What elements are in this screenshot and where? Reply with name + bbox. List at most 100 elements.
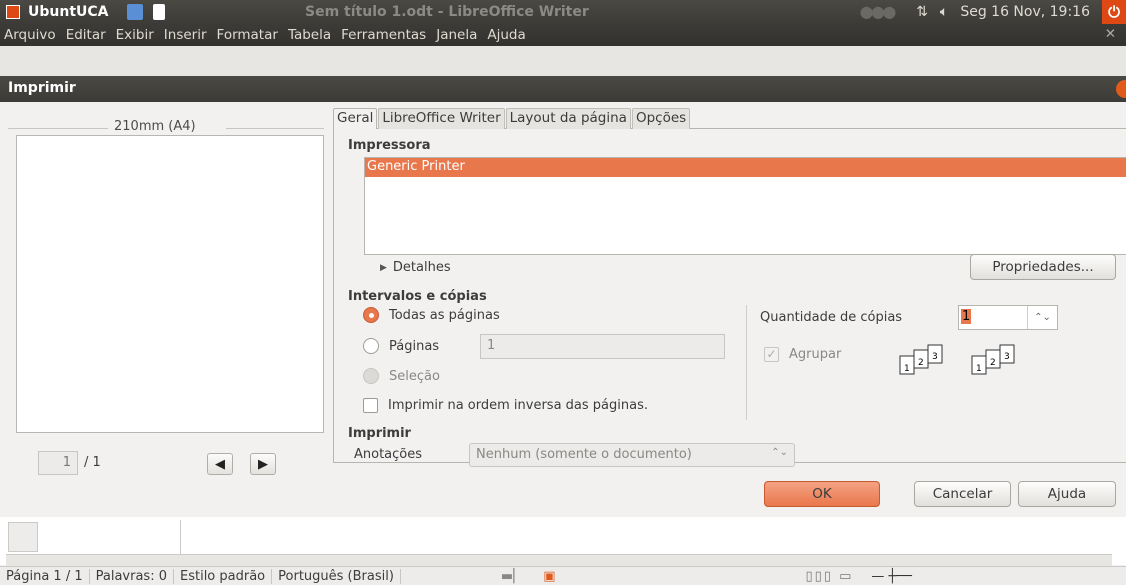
volume-icon[interactable]: 🔈︎	[940, 4, 948, 20]
details-expander[interactable]: ▶ Detalhes	[380, 260, 451, 275]
preview-page-input[interactable]: 1	[38, 451, 78, 475]
divider	[746, 305, 747, 420]
status-language[interactable]: Português (Brasil)	[272, 568, 401, 584]
print-dialog: 210mm (A4) 1 / 1 ◀ ▶ Geral LibreOffice W…	[0, 102, 1126, 517]
os-menu[interactable]: UbuntUCA	[0, 4, 165, 20]
status-words: Palavras: 0	[90, 568, 174, 584]
menu-tabela[interactable]: Tabela	[288, 27, 331, 43]
radio-all-pages[interactable]	[363, 307, 379, 323]
print-preview	[16, 135, 324, 433]
collate-pages-icon: 1 2 3	[971, 344, 1015, 375]
clock[interactable]: Seg 16 Nov, 19:16	[960, 4, 1090, 20]
top-panel: UbuntUCA Sem título 1.odt - LibreOffice …	[0, 0, 1126, 24]
vertical-ruler	[8, 522, 38, 552]
printer-list[interactable]: Generic Printer	[364, 157, 1126, 255]
collate-label: Agrupar	[789, 347, 842, 362]
window-controls-icon[interactable]: ⬤⬤⬤	[860, 5, 896, 19]
reverse-order-label: Imprimir na ordem inversa das páginas.	[388, 398, 648, 413]
next-page-button[interactable]: ▶	[250, 453, 276, 475]
os-name: UbuntUCA	[28, 4, 109, 20]
printer-section-title: Impressora	[348, 138, 431, 153]
pages-label: Páginas	[389, 338, 440, 354]
save-status-icon: ▣	[543, 568, 556, 584]
menu-editar[interactable]: Editar	[66, 27, 106, 43]
menu-exibir[interactable]: Exibir	[116, 27, 154, 43]
dropdown-arrows-icon: ⌃⌄	[771, 447, 788, 458]
annotations-select: Nenhum (somente o documento) ⌃⌄	[469, 443, 795, 467]
annotations-label: Anotações	[354, 447, 423, 462]
menu-inserir[interactable]: Inserir	[164, 27, 207, 43]
close-icon[interactable]	[1116, 80, 1126, 98]
all-pages-label: Todas as páginas	[389, 307, 500, 323]
divider	[226, 128, 324, 129]
statusbar: Página 1 / 1 Palavras: 0 Estilo padrão P…	[0, 566, 1126, 585]
svg-text:1: 1	[904, 364, 910, 374]
spin-arrows-icon[interactable]: ⌃⌄	[1027, 306, 1057, 329]
copies-label: Quantidade de cópias	[760, 310, 903, 325]
preview-page-total: / 1	[84, 455, 101, 470]
dialog-title: Imprimir	[8, 80, 76, 96]
copies-spinbox[interactable]: 1 ⌃⌄	[958, 305, 1058, 330]
menu-janela[interactable]: Janela	[436, 27, 477, 43]
tab-layout[interactable]: Layout da página	[505, 108, 631, 129]
prev-page-button[interactable]: ◀	[207, 453, 233, 475]
close-document-icon[interactable]: ✕	[1105, 26, 1116, 42]
tab-bar: Geral LibreOffice Writer Layout da págin…	[333, 108, 691, 129]
help-button[interactable]: Ajuda	[1018, 481, 1116, 507]
arrow-right-icon: ▶	[258, 456, 268, 472]
svg-text:1: 1	[976, 364, 982, 374]
cancel-button[interactable]: Cancelar	[914, 481, 1011, 507]
details-label: Detalhes	[392, 260, 451, 275]
dialog-titlebar: Imprimir	[0, 76, 1126, 102]
reverse-order-checkbox[interactable]	[363, 398, 378, 413]
tab-writer[interactable]: LibreOffice Writer	[378, 108, 505, 129]
os-logo-icon	[6, 5, 20, 19]
menubar: Arquivo Editar Exibir Inserir Formatar T…	[0, 24, 1126, 46]
window-title: Sem título 1.odt - LibreOffice Writer	[305, 4, 589, 20]
properties-button[interactable]: Propriedades...	[970, 254, 1116, 280]
svg-text:3: 3	[1004, 352, 1010, 362]
toolbar	[0, 46, 1126, 76]
ranges-section-title: Intervalos e cópias	[348, 289, 487, 304]
menu-ferramentas[interactable]: Ferramentas	[341, 27, 426, 43]
horizontal-scrollbar[interactable]	[6, 554, 1112, 566]
network-icon[interactable]: ⇅	[916, 4, 928, 20]
reverse-order-option[interactable]: Imprimir na ordem inversa das páginas.	[363, 398, 648, 413]
collate-option: ✓ Agrupar	[764, 347, 841, 362]
insert-mode-icon[interactable]: ▬▏	[501, 569, 523, 584]
print-section-title: Imprimir	[348, 426, 411, 441]
divider	[8, 128, 108, 129]
paper-size-label: 210mm (A4)	[114, 119, 196, 134]
ok-button[interactable]: OK	[764, 481, 880, 507]
expander-triangle-icon: ▶	[380, 262, 387, 273]
tab-geral[interactable]: Geral	[333, 108, 378, 129]
menu-formatar[interactable]: Formatar	[217, 27, 278, 43]
launcher-icon[interactable]	[126, 4, 143, 20]
svg-text:3: 3	[932, 352, 938, 362]
printer-item[interactable]: Generic Printer	[365, 158, 1126, 177]
zoom-slider[interactable]: — ┼──	[871, 569, 912, 584]
copies-input[interactable]: 1	[961, 309, 972, 324]
radio-selection	[363, 368, 379, 384]
pages-option[interactable]: Páginas	[363, 338, 439, 354]
svg-text:2: 2	[918, 358, 924, 368]
menu-ajuda[interactable]: Ajuda	[487, 27, 525, 43]
all-pages-option[interactable]: Todas as páginas	[363, 307, 500, 323]
selection-option: Seleção	[363, 368, 440, 384]
menu-arquivo[interactable]: Arquivo	[4, 27, 56, 43]
power-icon[interactable]: ⏻	[1102, 0, 1126, 24]
annotations-value: Nenhum (somente o documento)	[476, 447, 692, 462]
radio-pages[interactable]	[363, 338, 379, 354]
status-page[interactable]: Página 1 / 1	[0, 568, 90, 584]
svg-text:2: 2	[990, 358, 996, 368]
collate-pages-icon: 1 2 3	[899, 344, 943, 375]
status-style[interactable]: Estilo padrão	[174, 568, 273, 584]
pages-input[interactable]: 1	[480, 334, 725, 359]
collate-checkbox: ✓	[764, 347, 779, 362]
arrow-left-icon: ◀	[215, 456, 225, 472]
selection-label: Seleção	[389, 368, 440, 384]
system-tray: ⬤⬤⬤ ⇅ 🔈︎ Seg 16 Nov, 19:16 ⏻	[860, 0, 1126, 24]
document-icon[interactable]	[152, 4, 165, 20]
tab-opcoes[interactable]: Opções	[631, 108, 691, 129]
view-layout-icon[interactable]: ▯▯▯ ▭	[806, 569, 854, 584]
